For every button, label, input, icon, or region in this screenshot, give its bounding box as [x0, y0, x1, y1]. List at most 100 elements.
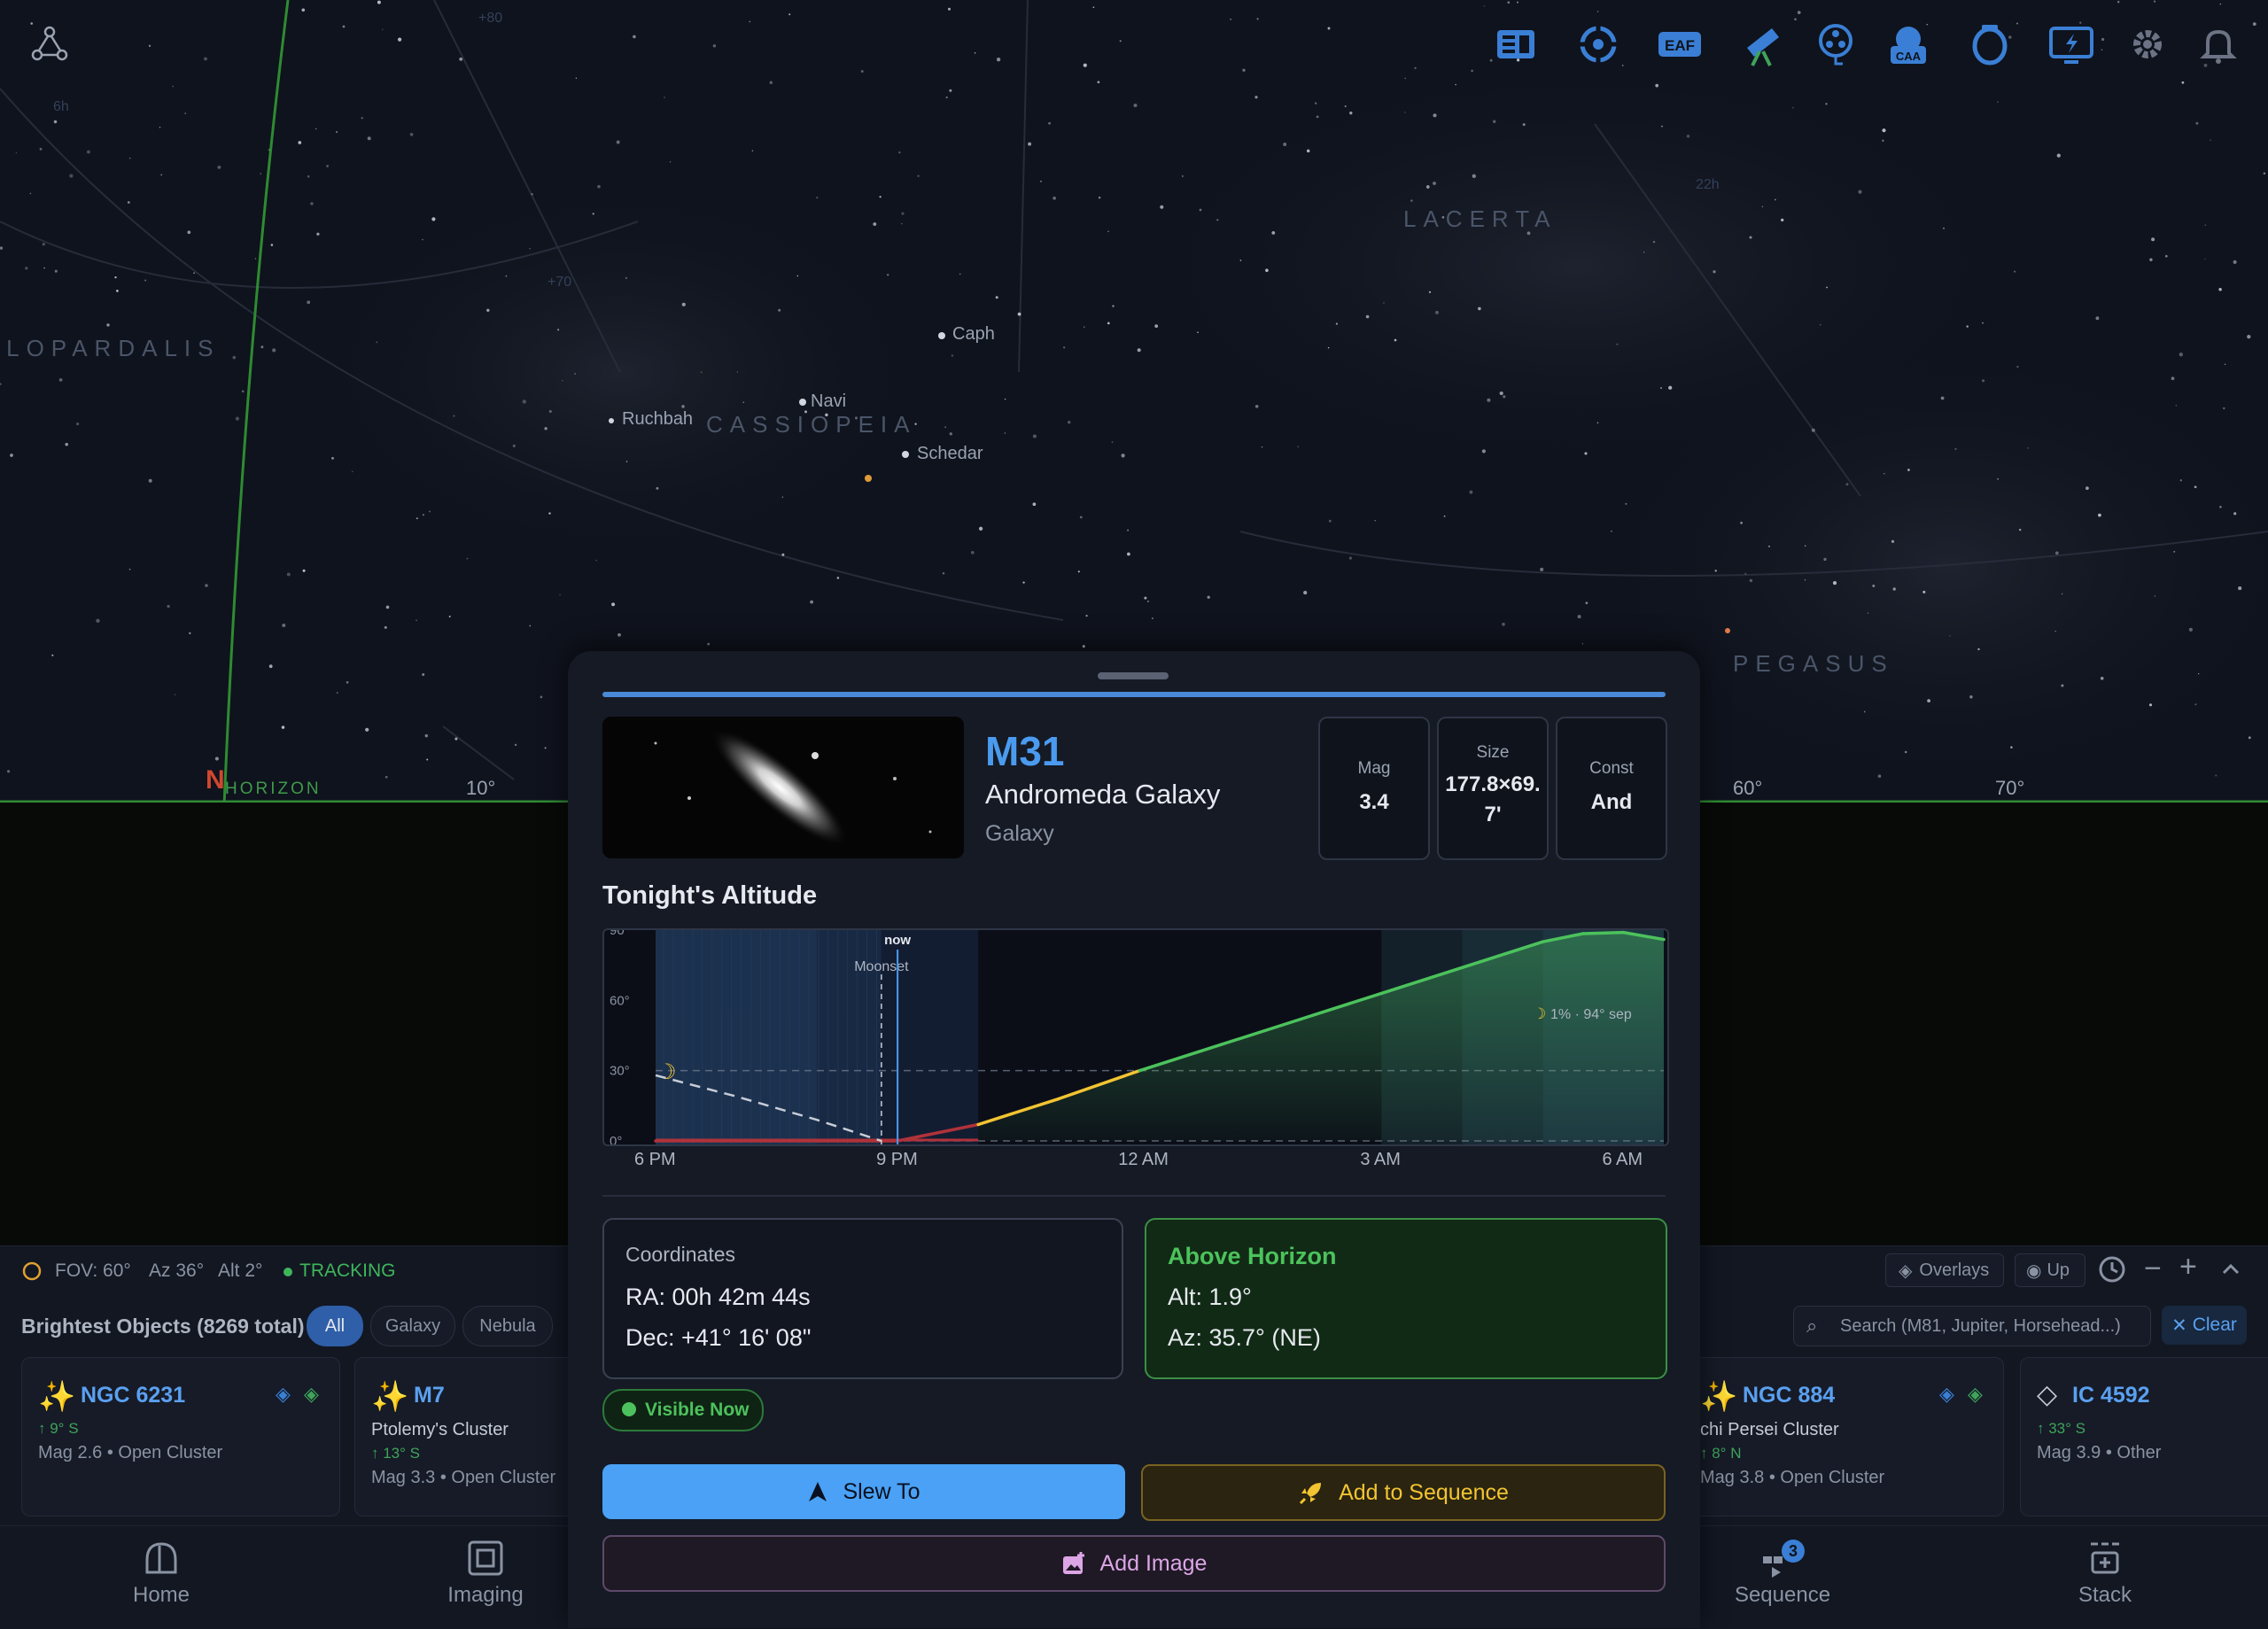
sky-star: [1335, 322, 1338, 325]
filter-chip-all[interactable]: All: [307, 1306, 363, 1346]
sky-star: [769, 81, 773, 84]
chevron-up-icon[interactable]: [2218, 1255, 2243, 1284]
notifications-icon[interactable]: [2194, 19, 2243, 69]
sky-star: [128, 569, 131, 570]
sky-star: [544, 427, 548, 431]
up-button[interactable]: ◉ Up: [2015, 1253, 2085, 1287]
sky-star: [326, 165, 329, 167]
filter-chip-nebula[interactable]: Nebula: [462, 1306, 553, 1346]
caa-icon[interactable]: CAA: [1884, 19, 1933, 69]
sky-star: [781, 553, 785, 556]
sky-star: [431, 217, 436, 221]
stat-constellation: Const And: [1556, 717, 1667, 860]
sky-star: [1882, 139, 1884, 142]
sky-star: [1111, 441, 1114, 443]
clear-button[interactable]: ✕ Clear: [2162, 1306, 2247, 1345]
add-image-button[interactable]: Add Image: [602, 1535, 1666, 1592]
constellation-label: CASSIOPEIA: [706, 411, 917, 438]
sky-star: [448, 616, 451, 617]
sky-star: [1133, 103, 1138, 108]
sky-star: [1127, 552, 1130, 556]
slew-to-button[interactable]: Slew To: [602, 1464, 1125, 1519]
mount-icon[interactable]: [1573, 19, 1623, 69]
sky-star: [1652, 240, 1656, 244]
sky-star: [2148, 703, 2153, 707]
nav-sequence[interactable]: 3 Sequence: [1712, 1539, 1853, 1608]
object-card[interactable]: ✨ NGC 6231 ◈ ◈ ↑ 9° S Mag 2.6 • Open Clu…: [21, 1357, 340, 1517]
telescope-icon[interactable]: [1738, 19, 1788, 69]
object-card[interactable]: ✨ M7 Ptolemy's Cluster ↑ 13° S Mag 3.3 •…: [354, 1357, 586, 1517]
sky-star: [167, 604, 170, 609]
sky-star: [512, 444, 516, 447]
object-card[interactable]: ◇ IC 4592 ↑ 33° S Mag 3.9 • Other: [2020, 1357, 2268, 1517]
sky-star: [416, 517, 418, 520]
sky-star: [86, 150, 90, 154]
sky-star: [409, 132, 414, 136]
sky-star: [189, 632, 191, 635]
sky-star: [2054, 630, 2056, 632]
object-card[interactable]: ✨ NGC 884 ◈ ◈ chi Persei Cluster ↑ 8° N …: [1683, 1357, 2004, 1517]
sky-star: [2061, 684, 2064, 687]
sky-star: [592, 213, 594, 215]
drag-handle[interactable]: [1098, 672, 1169, 679]
sky-star: [700, 371, 703, 374]
target-icon[interactable]: ◈: [276, 1383, 291, 1406]
sky-star: [2019, 528, 2022, 531]
sky-star: [127, 201, 130, 204]
sky-star: [1097, 81, 1100, 84]
sky-star: [2016, 22, 2019, 25]
sky-star: [422, 514, 424, 516]
search-icon: ⌕: [1806, 1315, 1818, 1337]
settings-icon[interactable]: [2123, 19, 2172, 69]
news-icon[interactable]: [1492, 19, 1542, 69]
object-card-id: NGC 6231: [81, 1383, 186, 1408]
sky-star: [1472, 174, 1476, 178]
filter-wheel-icon[interactable]: [1811, 19, 1860, 69]
power-box-icon[interactable]: [2047, 19, 2096, 69]
sky-star: [1749, 578, 1753, 583]
sky-star: [1348, 556, 1352, 560]
nav-home[interactable]: Home: [90, 1539, 232, 1608]
sky-star: [1761, 206, 1764, 208]
nav-imaging[interactable]: Imaging: [415, 1539, 556, 1608]
horizon-status-card: Above Horizon Alt: 1.9° Az: 35.7° (NE): [1145, 1218, 1667, 1379]
sky-star: [1478, 306, 1481, 311]
zoom-in-button[interactable]: +: [2179, 1252, 2204, 1282]
sky-star: [1271, 231, 1276, 235]
sky-star: [1119, 40, 1122, 43]
network-icon[interactable]: [25, 19, 74, 69]
sky-star: [887, 274, 889, 276]
sky-star: [1596, 422, 1599, 423]
section-divider: [602, 1195, 1666, 1197]
zoom-out-button[interactable]: −: [2144, 1253, 2169, 1284]
sky-star: [1261, 446, 1263, 448]
sky-star: [1714, 570, 1717, 572]
search-input[interactable]: ⌕ Search (M81, Jupiter, Horsehead...): [1793, 1306, 2151, 1346]
clock-icon[interactable]: [2098, 1255, 2126, 1284]
sky-star: [548, 409, 552, 414]
sky-star: [187, 230, 191, 235]
now-label: now: [884, 933, 911, 948]
visible-icon[interactable]: ◈: [304, 1383, 319, 1406]
overlays-button[interactable]: ◈ Overlays: [1885, 1253, 2004, 1287]
sky-star: [1483, 5, 1485, 7]
sky-star: [778, 308, 781, 312]
sky-star: [1152, 617, 1153, 619]
target-icon[interactable]: ◈: [1939, 1383, 1954, 1406]
nav-stack[interactable]: Stack: [2034, 1539, 2176, 1608]
eaf-icon[interactable]: EAF: [1655, 19, 1705, 69]
sky-star: [260, 173, 261, 175]
sky-star: [796, 275, 799, 277]
sky-star: [1540, 567, 1544, 571]
sky-star: [1433, 182, 1436, 185]
sky-star: [2149, 258, 2153, 261]
sky-star: [1344, 105, 1347, 108]
sky-star: [1749, 236, 1752, 239]
camera-icon[interactable]: [1965, 19, 2015, 69]
filter-chip-galaxy[interactable]: Galaxy: [370, 1306, 455, 1346]
y-tick-label: 30°: [610, 1064, 630, 1079]
sky-star: [736, 371, 739, 373]
add-to-sequence-button[interactable]: Add to Sequence: [1141, 1464, 1666, 1521]
visible-icon[interactable]: ◈: [1968, 1383, 1983, 1406]
nav-home-label: Home: [132, 1583, 190, 1607]
